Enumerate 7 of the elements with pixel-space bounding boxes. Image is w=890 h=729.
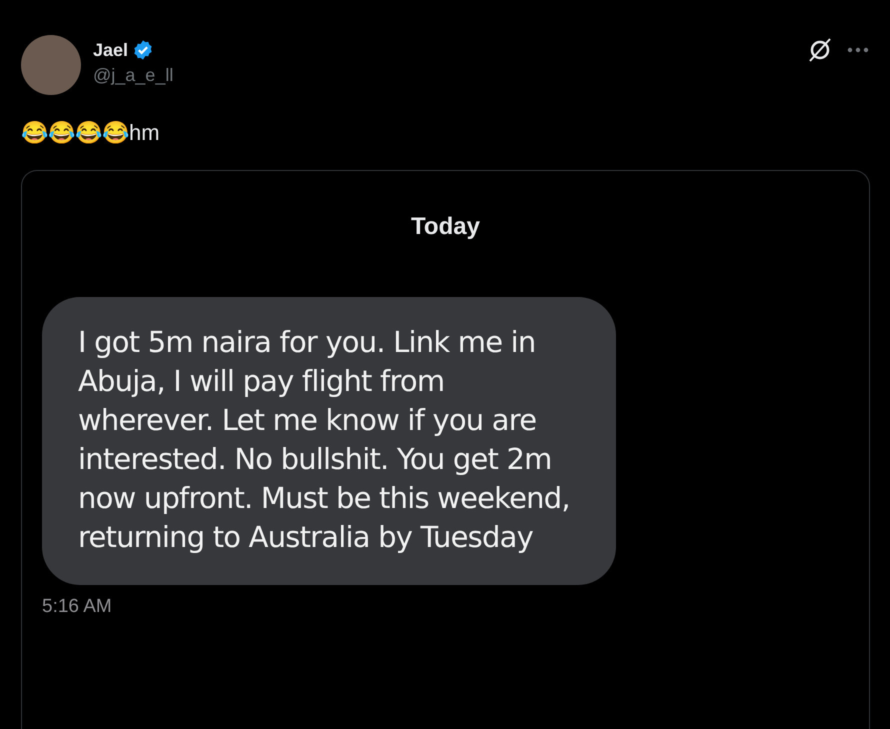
post-text: 😂😂😂😂hm xyxy=(21,119,161,147)
message-time: 5:16 AM xyxy=(42,595,112,619)
author-name[interactable]: Jael xyxy=(93,39,128,61)
date-header: Today xyxy=(411,212,480,242)
more-options-icon[interactable] xyxy=(847,47,869,53)
author-handle[interactable]: @j_a_e_ll xyxy=(93,63,174,87)
message-bubble: I got 5m naira for you. Link me in Abuja, I will pay flight from wherever. Let me know if you are interested. No bullshit. You get 2m now upfront. Must be this weekend, returning to Australia by Tuesday xyxy=(42,297,616,585)
